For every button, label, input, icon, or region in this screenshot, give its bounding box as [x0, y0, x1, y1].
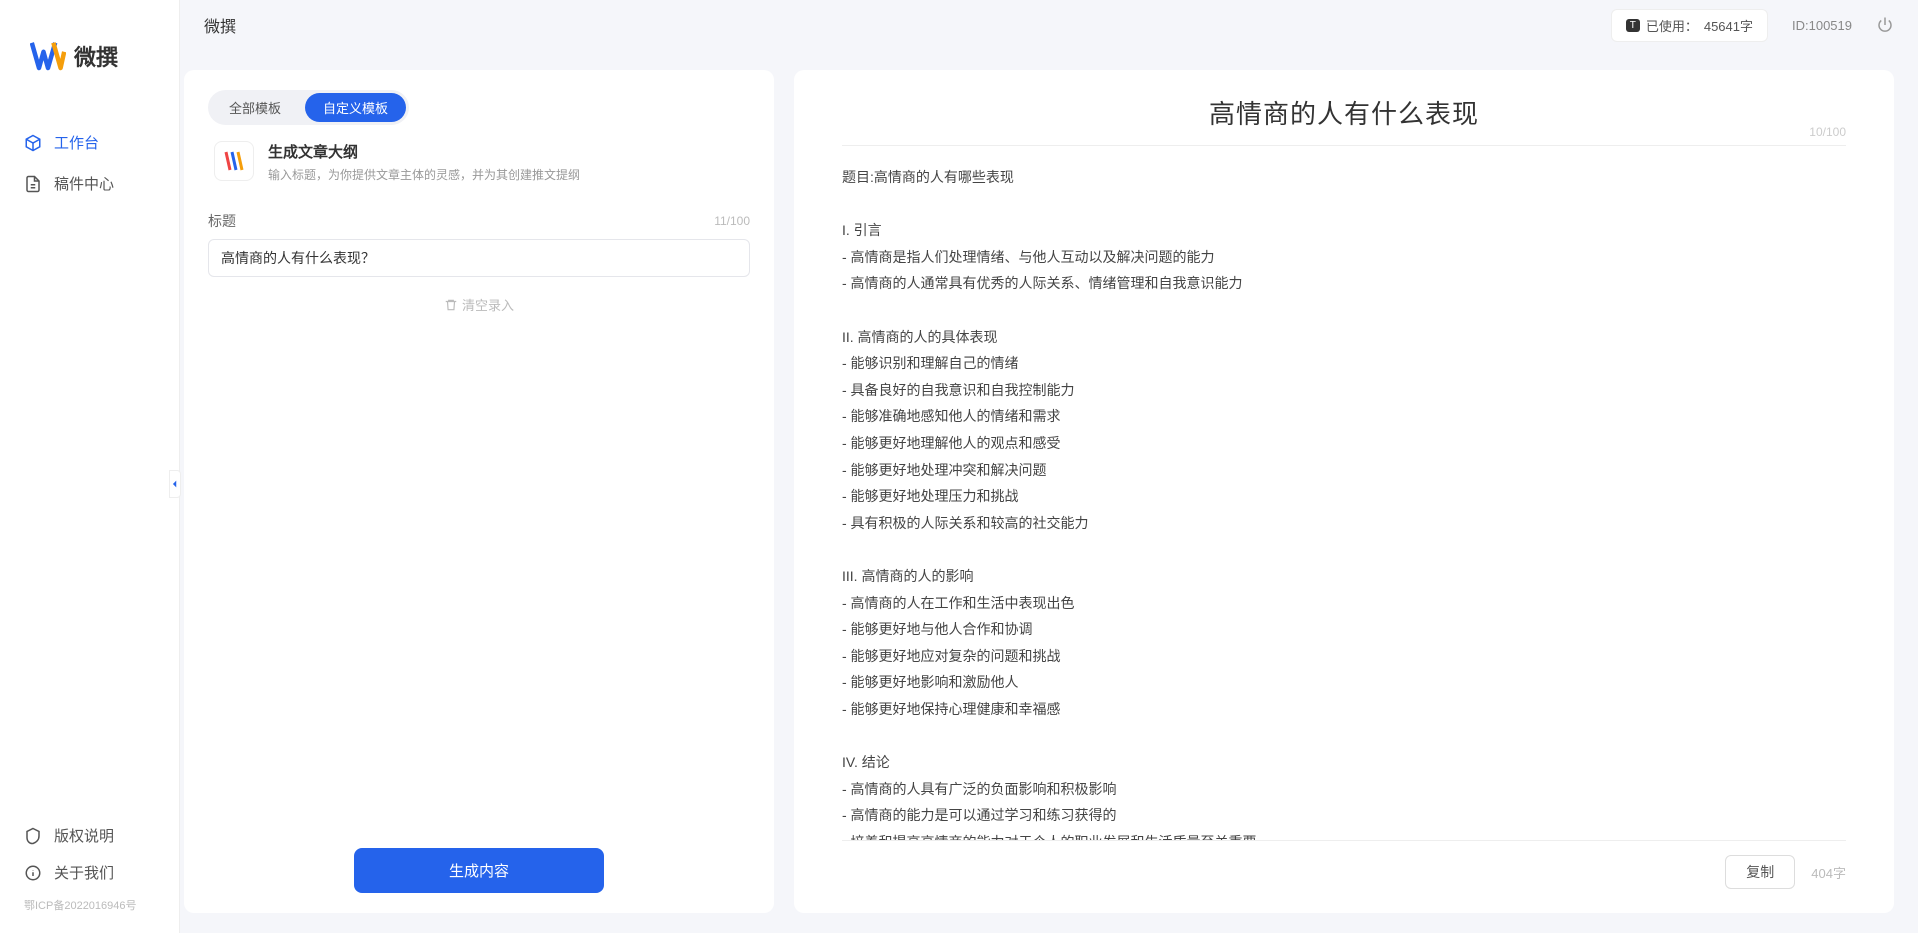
clear-label: 清空录入 [462, 295, 514, 314]
nav-label: 关于我们 [54, 862, 114, 883]
output-footer: 复制 404字 [842, 840, 1846, 889]
title-label: 标题 [208, 211, 236, 231]
tab-all-templates[interactable]: 全部模板 [211, 93, 299, 122]
output-header-count: 10/100 [1809, 125, 1846, 139]
nav-workbench[interactable]: 工作台 [0, 122, 179, 163]
user-id: ID:100519 [1792, 18, 1852, 33]
icp-text: 鄂ICP备2022016946号 [0, 891, 179, 921]
usage-value: 45641字 [1704, 16, 1753, 35]
sidebar: 微撰 工作台 稿件中心 版权说明 [0, 0, 180, 933]
template-card: 生成文章大纲 输入标题，为你提供文章主体的灵感，并为其创建推文提纲 [208, 125, 750, 201]
nav: 工作台 稿件中心 [0, 102, 179, 817]
title-input[interactable] [208, 239, 750, 277]
sidebar-footer: 版权说明 关于我们 鄂ICP备2022016946号 [0, 817, 179, 933]
info-icon [24, 864, 42, 882]
logo[interactable]: 微撰 [0, 0, 179, 102]
template-title: 生成文章大纲 [268, 141, 580, 162]
nav-drafts[interactable]: 稿件中心 [0, 163, 179, 204]
nav-label: 稿件中心 [54, 173, 114, 194]
power-icon[interactable] [1876, 16, 1894, 34]
editor-panel: 全部模板 自定义模板 生成文章大纲 输入标题，为你提供文章主体的灵感，并为其创建… [184, 70, 774, 913]
usage-badge-icon: T [1626, 19, 1640, 32]
cube-icon [24, 134, 42, 152]
main: 微撰 T 已使用： 45641字 ID:100519 全部模板 自定义模板 [180, 0, 1918, 933]
page-title: 微撰 [204, 13, 236, 37]
logo-text: 微撰 [74, 40, 118, 72]
usage-indicator[interactable]: T 已使用： 45641字 [1611, 9, 1768, 42]
nav-label: 工作台 [54, 132, 99, 153]
output-header: 高情商的人有什么表现 10/100 [842, 94, 1846, 146]
nav-label: 版权说明 [54, 825, 114, 846]
output-panel: 高情商的人有什么表现 10/100 题目:高情商的人有哪些表现 I. 引言 - … [794, 70, 1894, 913]
title-char-count: 11/100 [714, 214, 750, 228]
template-desc: 输入标题，为你提供文章主体的灵感，并为其创建推文提纲 [268, 166, 580, 183]
shield-icon [24, 827, 42, 845]
title-field-group: 标题 11/100 [208, 211, 750, 277]
copy-button[interactable]: 复制 [1725, 855, 1795, 889]
logo-icon [30, 41, 66, 71]
clear-input-button[interactable]: 清空录入 [208, 295, 750, 314]
output-body[interactable]: 题目:高情商的人有哪些表现 I. 引言 - 高情商是指人们处理情绪、与他人互动以… [842, 146, 1846, 840]
trash-icon [444, 298, 458, 312]
nav-about[interactable]: 关于我们 [0, 854, 179, 891]
tab-custom-templates[interactable]: 自定义模板 [305, 93, 406, 122]
output-word-count: 404字 [1811, 863, 1846, 882]
usage-prefix: 已使用： [1646, 16, 1698, 35]
template-tabs: 全部模板 自定义模板 [208, 90, 409, 125]
topbar: 微撰 T 已使用： 45641字 ID:100519 [180, 0, 1918, 50]
document-icon [24, 175, 42, 193]
generate-button[interactable]: 生成内容 [354, 848, 604, 893]
output-title: 高情商的人有什么表现 [1209, 94, 1479, 131]
sidebar-collapse-handle[interactable] [169, 470, 181, 498]
template-icon [214, 141, 254, 181]
nav-copyright[interactable]: 版权说明 [0, 817, 179, 854]
